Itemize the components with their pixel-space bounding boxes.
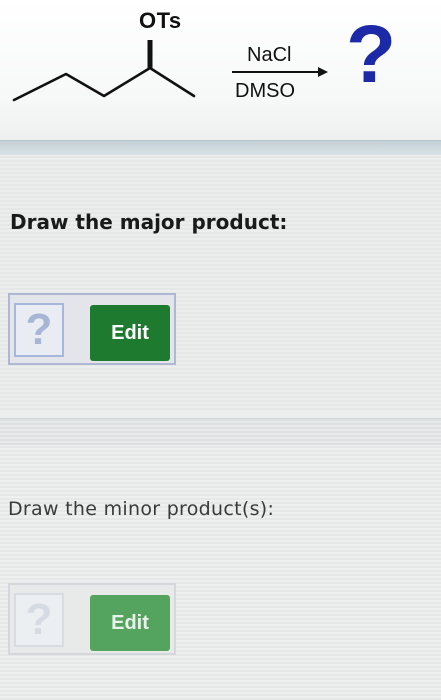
- product-question-mark: ?: [346, 9, 397, 100]
- question-mark-icon: ?: [25, 305, 53, 354]
- reaction-scheme: OTs NaCl DMSO ?: [0, 0, 441, 140]
- answer-placeholder-major[interactable]: ?: [14, 303, 64, 357]
- question-1-prompt: Draw the major product:: [10, 210, 288, 234]
- answer-placeholder-minor[interactable]: ?: [14, 593, 64, 647]
- question-2-panel: [0, 445, 441, 700]
- question-2-prompt: Draw the minor product(s):: [8, 498, 275, 520]
- solvent-label: DMSO: [235, 80, 295, 102]
- leaving-group-label: OTs: [139, 8, 182, 33]
- question-mark-icon: ?: [25, 595, 53, 644]
- edit-button-minor[interactable]: Edit: [90, 595, 170, 651]
- reaction-arrow: [232, 67, 328, 77]
- divider: [0, 418, 441, 446]
- edit-button-major[interactable]: Edit: [90, 305, 170, 361]
- reactant-structure: [12, 40, 196, 102]
- divider: [0, 140, 441, 156]
- question-1-panel: [0, 155, 441, 410]
